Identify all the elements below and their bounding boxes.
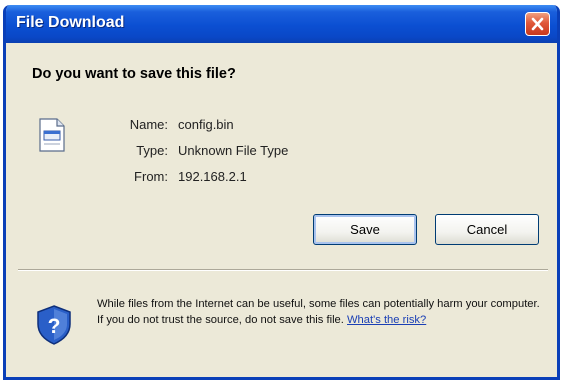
file-from-row: From: 192.168.2.1 (6, 169, 557, 187)
type-value: Unknown File Type (178, 143, 289, 158)
cancel-button[interactable]: Cancel (435, 214, 539, 245)
warning-text: While files from the Internet can be use… (97, 298, 540, 326)
security-warning: While files from the Internet can be use… (97, 296, 549, 328)
file-download-dialog: File Download Do you want to save this f… (3, 5, 560, 380)
from-label: From: (134, 169, 168, 184)
close-button[interactable] (525, 12, 550, 36)
from-value: 192.168.2.1 (178, 169, 247, 184)
title-bar[interactable]: File Download (6, 5, 557, 43)
name-value: config.bin (178, 117, 234, 132)
svg-text:?: ? (48, 315, 61, 338)
name-label: Name: (129, 117, 168, 132)
window-title: File Download (16, 14, 125, 31)
save-button[interactable]: Save (313, 214, 417, 245)
whats-the-risk-link[interactable]: What's the risk? (347, 314, 426, 326)
file-type-row: Type: Unknown File Type (6, 143, 557, 161)
close-icon (531, 17, 544, 31)
divider (18, 269, 548, 271)
file-name-row: Name: config.bin (6, 117, 557, 135)
shield-icon: ? (37, 305, 71, 345)
dialog-question: Do you want to save this file? (32, 66, 236, 82)
type-label: Type: (136, 143, 168, 158)
